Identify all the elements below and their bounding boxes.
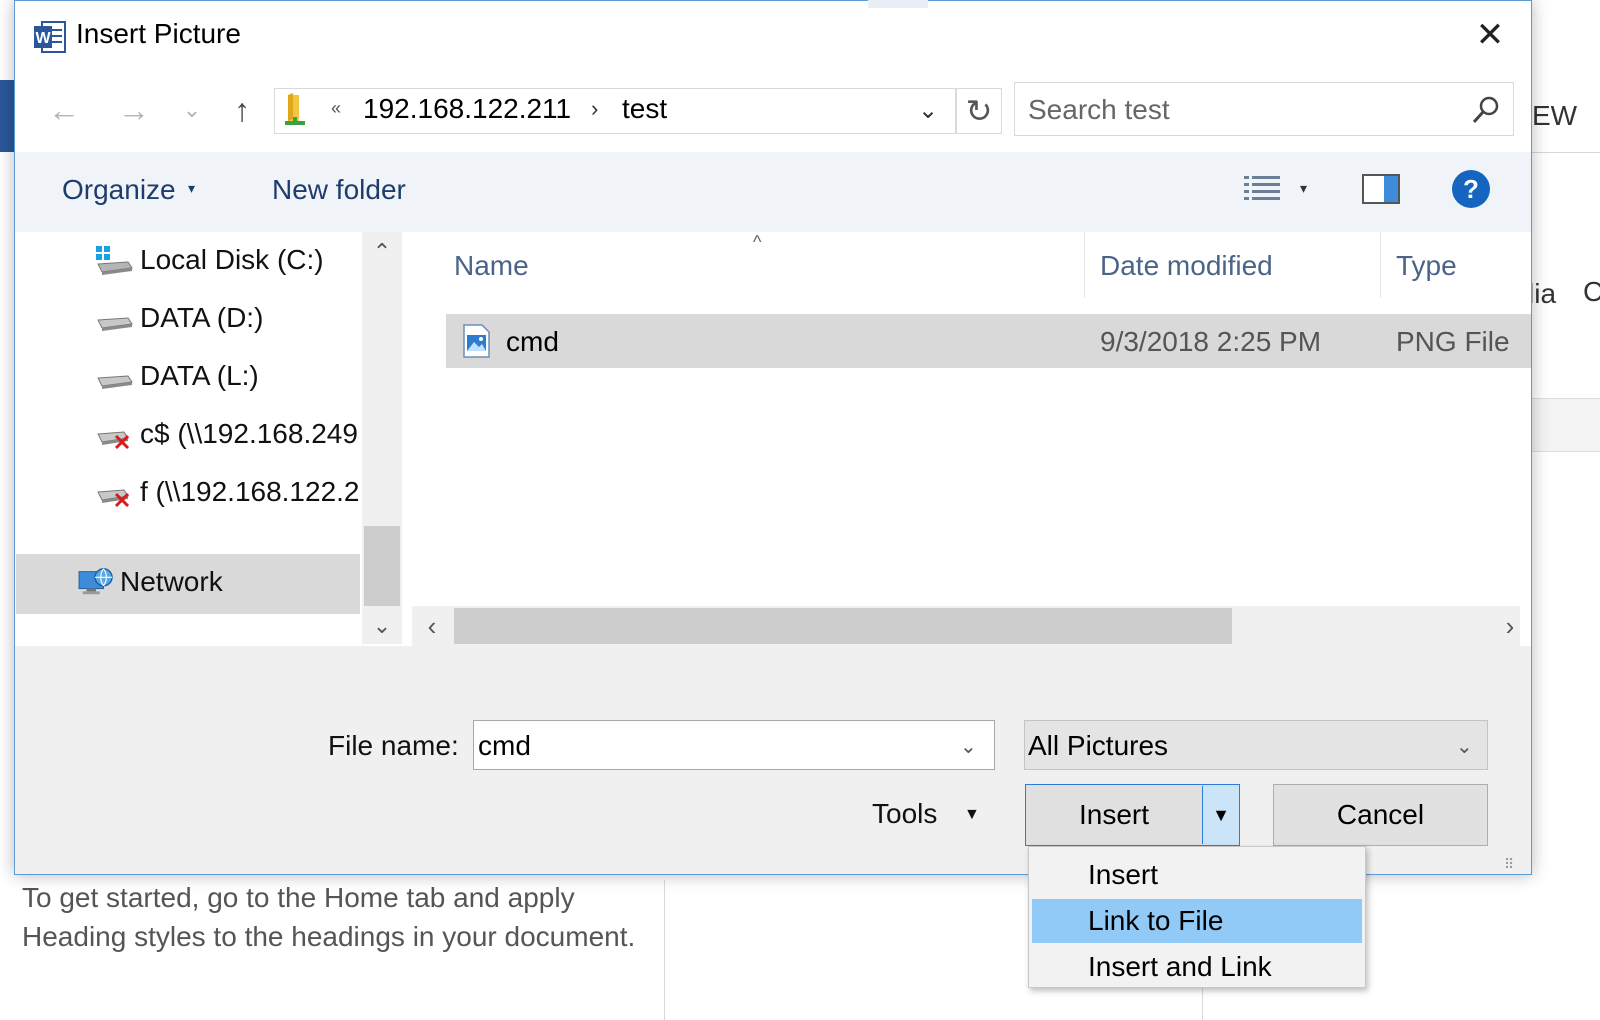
insert-options-menu: Insert Link to File Insert and Link (1028, 846, 1366, 988)
nav-item-label: DATA (L:) (140, 360, 259, 391)
menu-item-link-to-file[interactable]: Link to File (1032, 899, 1362, 943)
refresh-icon[interactable]: ↻ (956, 88, 1002, 134)
word-ribbon-tab (0, 80, 14, 152)
file-date-modified: 9/3/2018 2:25 PM (1100, 326, 1322, 357)
file-type: PNG File (1396, 326, 1510, 357)
search-icon[interactable] (1470, 94, 1502, 126)
nav-item-label: f (\\192.168.122.2 (140, 476, 360, 507)
word-pane-divider (664, 880, 665, 1020)
help-icon[interactable]: ? (1452, 170, 1490, 208)
nav-item-data-d[interactable]: DATA (D:) (16, 290, 360, 348)
resize-grip-icon[interactable]: ⠿ (1504, 856, 1514, 873)
nav-item-data-l[interactable]: DATA (L:) (16, 348, 360, 406)
column-divider[interactable] (1084, 232, 1085, 298)
image-file-icon (463, 324, 490, 358)
nav-item-network[interactable]: Network (16, 554, 360, 614)
word-ribbon-view-tab[interactable]: EW (1532, 100, 1577, 132)
cancel-button[interactable]: Cancel (1273, 784, 1488, 846)
menu-item-label: Insert and Link (1088, 951, 1272, 982)
file-name: cmd (506, 326, 559, 357)
new-folder-button[interactable]: New folder (272, 174, 406, 206)
column-header-date-modified[interactable]: Date modified (1100, 250, 1273, 282)
navigation-pane: Local Disk (C:) DATA (D:) DATA (L:) c$ (… (16, 232, 360, 644)
disconnected-network-drive-icon (97, 489, 130, 508)
nav-item-label: DATA (D:) (140, 302, 264, 333)
back-arrow-icon[interactable]: ← (42, 88, 86, 132)
scroll-up-chevron-icon[interactable]: ⌃ (362, 236, 402, 268)
disconnected-network-drive-icon (97, 431, 130, 450)
file-name-input[interactable] (473, 720, 995, 770)
dialog-title: Insert Picture (76, 18, 241, 49)
menu-item-insert-and-link[interactable]: Insert and Link (1032, 945, 1362, 989)
word-navigation-pane-hint: To get started, go to the Home tab and a… (22, 882, 636, 952)
file-name-label: File name: (328, 730, 459, 761)
column-header-name[interactable]: Name (454, 250, 529, 282)
file-name-history-chevron-icon[interactable]: ⌄ (960, 734, 977, 759)
file-row[interactable] (446, 314, 1531, 368)
scroll-right-chevron-icon[interactable]: › (1490, 606, 1530, 646)
breadcrumb-host[interactable]: 192.168.122.211 (363, 93, 571, 125)
breadcrumb-folder[interactable]: test (622, 93, 667, 125)
breadcrumb-separator-icon[interactable]: › (591, 96, 598, 122)
window-top-accent (868, 0, 928, 8)
scroll-down-chevron-icon[interactable]: ⌄ (362, 610, 402, 642)
close-button[interactable]: ✕ (1465, 12, 1515, 58)
drive-icon (97, 317, 133, 331)
menu-item-insert[interactable]: Insert (1032, 853, 1362, 897)
address-overflow-icon[interactable]: « (331, 98, 341, 119)
nav-item-label: c$ (\\192.168.249 (140, 418, 358, 449)
network-folder-icon (285, 93, 305, 125)
nav-item-network-drive-c[interactable]: c$ (\\192.168.249 (16, 406, 360, 464)
view-options-caret-icon[interactable]: ▾ (1300, 180, 1307, 197)
menu-item-label: Link to File (1088, 905, 1224, 936)
address-history-chevron-icon[interactable]: ⌄ (918, 96, 938, 125)
menu-item-label: Insert (1088, 859, 1159, 890)
scrollbar-thumb[interactable] (364, 526, 400, 606)
forward-arrow-icon[interactable]: → (112, 88, 156, 132)
nav-item-local-disk-c[interactable]: Local Disk (C:) (16, 232, 360, 290)
up-arrow-icon[interactable]: ↑ (220, 88, 264, 132)
nav-item-network-drive-f[interactable]: f (\\192.168.122.2 (16, 464, 360, 522)
drive-icon (97, 375, 133, 389)
file-name-value[interactable]: cmd (478, 730, 531, 762)
organize-caret-icon[interactable]: ▾ (188, 180, 195, 197)
organize-button[interactable]: Organize (62, 174, 176, 206)
tools-button[interactable]: Tools (872, 798, 937, 830)
sort-ascending-icon: ^ (753, 232, 762, 252)
tools-caret-icon[interactable]: ▼ (964, 806, 980, 824)
network-icon (78, 568, 113, 595)
scroll-left-chevron-icon[interactable]: ‹ (412, 606, 452, 646)
windows-drive-icon (96, 246, 133, 275)
insert-button[interactable]: Insert (1026, 785, 1202, 845)
column-header-type[interactable]: Type (1396, 250, 1457, 282)
scrollbar-thumb[interactable] (454, 608, 1232, 644)
svg-text:W: W (35, 30, 51, 47)
word-app-icon: W (34, 21, 66, 53)
insert-options-dropdown-icon[interactable]: ▼ (1203, 785, 1239, 845)
file-type-chevron-icon[interactable]: ⌄ (1456, 734, 1473, 759)
nav-item-label: Network (120, 566, 223, 597)
file-type-value: All Pictures (1028, 730, 1169, 761)
nav-item-label: Local Disk (C:) (140, 244, 324, 275)
details-view-icon[interactable] (1244, 174, 1282, 204)
word-ribbon-media-label: lia (1528, 278, 1557, 309)
word-ribbon-gallery-label: C (1583, 276, 1600, 307)
column-divider[interactable] (1380, 232, 1381, 298)
recent-locations-chevron-icon[interactable]: ⌄ (170, 88, 214, 132)
preview-pane-icon[interactable] (1362, 174, 1400, 204)
search-placeholder: Search test (1028, 94, 1170, 125)
